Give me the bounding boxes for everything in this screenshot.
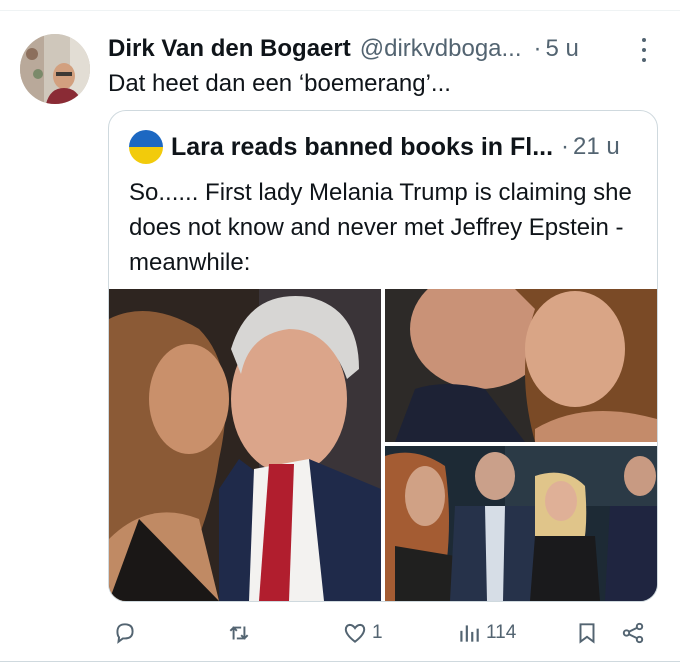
views-count: 114 [486, 622, 517, 643]
views-button[interactable]: 114 [456, 620, 516, 646]
reply-button[interactable] [112, 620, 142, 646]
photo-group[interactable] [385, 446, 657, 601]
bookmark-icon [579, 623, 595, 644]
author-name[interactable]: Dirk Van den Bogaert [108, 35, 351, 63]
tweet-text: Dat heet dan een ‘boemerang’... [108, 70, 451, 97]
photo-closeup[interactable] [385, 289, 657, 442]
like-button[interactable]: 1 [342, 620, 383, 646]
quoted-author-name: Lara reads banned books in Fl... [171, 132, 554, 161]
reply-icon [116, 623, 134, 644]
quoted-tweet-time: 21 u [573, 133, 620, 160]
like-count: 1 [372, 622, 383, 643]
photo-kiss[interactable] [109, 289, 381, 601]
repost-button[interactable] [226, 620, 256, 646]
tweet-time[interactable]: 5 u [546, 35, 579, 63]
quoted-tweet-header: Lara reads banned books in Fl... · 21 u [129, 129, 620, 165]
repost-icon [229, 626, 249, 640]
views-icon [460, 625, 479, 642]
share-button[interactable] [620, 620, 646, 646]
separator-dot: · [561, 133, 570, 160]
bottom-divider [0, 661, 680, 662]
ukraine-flag-avatar-icon [129, 130, 163, 164]
author-avatar[interactable] [20, 34, 90, 104]
bookmark-button[interactable] [574, 620, 600, 646]
media-grid [109, 289, 657, 601]
quoted-tweet[interactable]: Lara reads banned books in Fl... · 21 u … [108, 110, 658, 602]
quoted-tweet-text: So...... First lady Melania Trump is cla… [129, 179, 632, 276]
more-options-icon[interactable] [638, 38, 650, 62]
author-handle[interactable]: @dirkvdboga... [360, 35, 522, 63]
separator-dot: · [533, 35, 542, 62]
heart-icon [344, 623, 366, 643]
tweet-header: Dirk Van den Bogaert @dirkvdboga... · 5 … [108, 33, 668, 65]
action-bar: 1 114 [108, 612, 664, 652]
top-divider [0, 10, 680, 11]
share-icon [622, 622, 644, 644]
